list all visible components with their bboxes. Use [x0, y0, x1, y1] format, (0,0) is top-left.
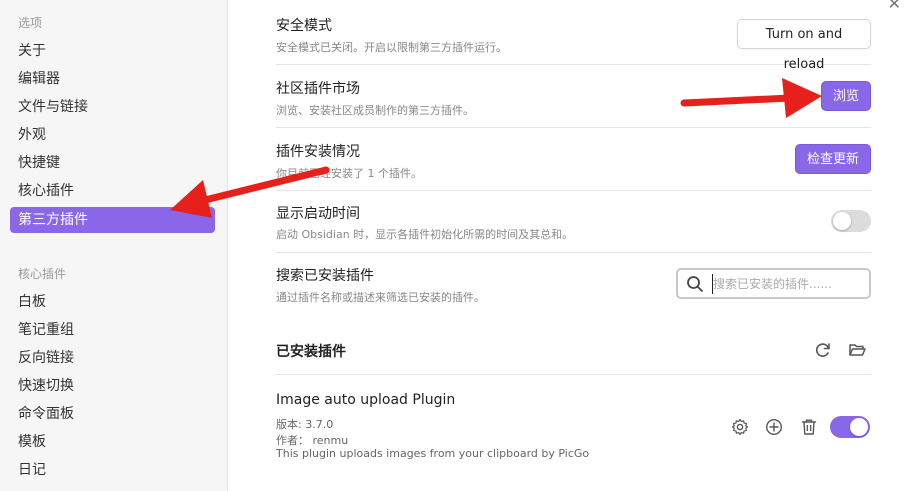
plus-circle-icon[interactable]	[765, 418, 783, 436]
setting-community-plugins: 社区插件市场 浏览、安装社区成员制作的第三方插件。 浏览	[276, 65, 871, 128]
search-icon	[687, 276, 703, 292]
safe-mode-desc: 安全模式已关闭。开启以限制第三方插件运行。	[276, 41, 507, 54]
options-heading: 选项	[18, 16, 43, 30]
community-plugins-desc: 浏览、安装社区成员制作的第三方插件。	[276, 104, 474, 117]
gear-icon[interactable]	[731, 418, 749, 436]
sidebar-item-daily-notes[interactable]: 日记	[10, 457, 215, 483]
setting-search-installed: 搜索已安装插件 通过插件名称或描述来筛选已安装的插件。	[276, 253, 871, 315]
sidebar-item-note-composer[interactable]: 笔记重组	[10, 317, 215, 343]
search-installed-field[interactable]	[676, 268, 871, 299]
sidebar-item-templates[interactable]: 模板	[10, 429, 215, 455]
sidebar-item-hotkeys[interactable]: 快捷键	[10, 150, 215, 176]
sidebar-item-files-links[interactable]: 文件与链接	[10, 94, 215, 120]
community-plugins-title: 社区插件市场	[276, 81, 360, 97]
trash-icon[interactable]	[800, 418, 818, 436]
startup-time-title: 显示启动时间	[276, 206, 360, 222]
settings-content: ✕ 安全模式 安全模式已关闭。开启以限制第三方插件运行。 Turn on and…	[229, 0, 909, 491]
sidebar-item-about[interactable]: 关于	[10, 38, 215, 64]
toggle-knob	[833, 212, 851, 230]
turn-on-reload-button[interactable]: Turn on and reload	[737, 19, 871, 72]
sidebar-item-editor[interactable]: 编辑器	[10, 66, 215, 92]
installed-status-desc: 你目前已经安装了 1 个插件。	[276, 167, 422, 180]
startup-time-toggle[interactable]	[831, 210, 871, 232]
sidebar-item-command-palette[interactable]: 命令面板	[10, 401, 215, 427]
sidebar-item-appearance[interactable]: 外观	[10, 122, 215, 148]
check-updates-button[interactable]: 检查更新	[795, 144, 871, 174]
startup-time-desc: 启动 Obsidian 时，显示各插件初始化所需的时间及其总和。	[276, 228, 574, 241]
sidebar-item-quick-switcher[interactable]: 快速切换	[10, 373, 215, 399]
sidebar-item-backlinks[interactable]: 反向链接	[10, 345, 215, 371]
installed-status-title: 插件安装情况	[276, 144, 360, 160]
divider	[276, 374, 871, 375]
setting-installed-status: 插件安装情况 你目前已经安装了 1 个插件。 检查更新	[276, 128, 871, 191]
sidebar-item-canvas[interactable]: 白板	[10, 289, 215, 315]
toggle-knob	[850, 418, 868, 436]
core-plugins-heading: 核心插件	[18, 267, 67, 281]
setting-safe-mode: 安全模式 安全模式已关闭。开启以限制第三方插件运行。 Turn on and r…	[276, 0, 871, 72]
plugin-enable-toggle[interactable]	[830, 416, 870, 438]
plugin-version: 版本: 3.7.0	[276, 418, 334, 431]
sidebar-item-core-plugins[interactable]: 核心插件	[10, 178, 215, 204]
safe-mode-title: 安全模式	[276, 18, 332, 34]
plugin-author: 作者： renmu	[276, 434, 349, 447]
setting-startup-time: 显示启动时间 启动 Obsidian 时，显示各插件初始化所需的时间及其总和。	[276, 191, 871, 253]
sidebar-item-community-plugins[interactable]: 第三方插件	[10, 207, 215, 233]
refresh-icon[interactable]	[814, 341, 832, 359]
browse-button[interactable]: 浏览	[821, 81, 871, 111]
installed-plugins-heading: 已安装插件	[276, 344, 346, 360]
search-installed-title: 搜索已安装插件	[276, 268, 374, 284]
settings-sidebar: 选项 关于 编辑器 文件与链接 外观 快捷键 核心插件 第三方插件 核心插件 白…	[0, 0, 228, 491]
plugin-name: Image auto upload Plugin	[276, 392, 456, 408]
plugin-description: This plugin uploads images from your cli…	[276, 447, 590, 460]
search-installed-desc: 通过插件名称或描述来筛选已安装的插件。	[276, 291, 485, 304]
folder-open-icon[interactable]	[848, 341, 866, 359]
search-installed-input[interactable]	[712, 274, 863, 294]
close-icon[interactable]: ✕	[888, 0, 901, 13]
